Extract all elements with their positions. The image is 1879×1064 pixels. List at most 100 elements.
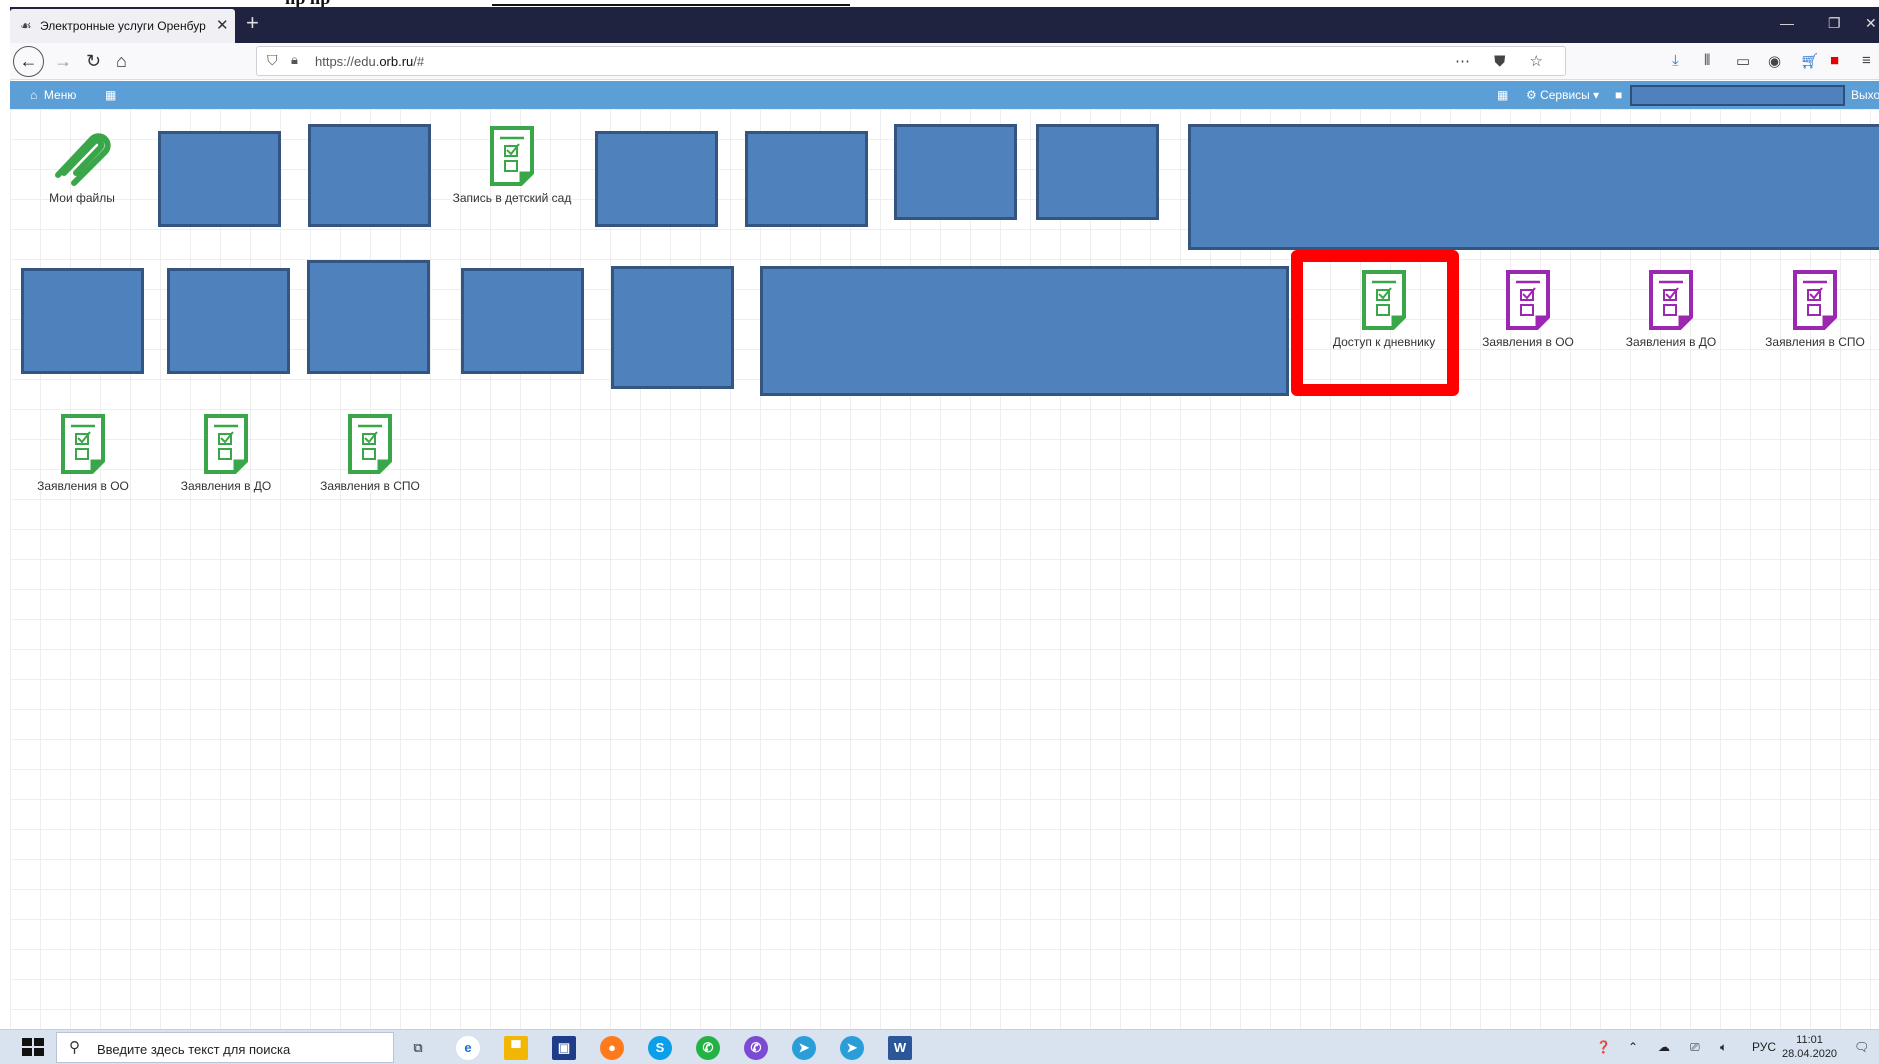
tile-applications-do-purple[interactable]: Заявления в ДО: [1606, 269, 1736, 350]
page-actions[interactable]: ⋯ ⛊ ☆: [1455, 52, 1553, 70]
onedrive-icon[interactable]: ☁: [1658, 1040, 1670, 1054]
downloads-icon[interactable]: ⤓: [1672, 52, 1679, 69]
windows-taskbar: ⚲ Введите здесь текст для поиска ⧉ e ▀ ▣…: [0, 1029, 1879, 1064]
forward-arrow-icon[interactable]: →: [54, 49, 72, 73]
redacted-tile: [461, 268, 584, 374]
skype-icon[interactable]: S: [648, 1036, 672, 1060]
redacted-tile: [21, 268, 144, 374]
account-icon[interactable]: ◉: [1768, 52, 1781, 70]
redacted-tile: [611, 266, 734, 389]
telegram-icon-2[interactable]: ➤: [840, 1036, 864, 1060]
home-icon[interactable]: ⌂: [116, 49, 127, 73]
heading-text-fragment: пр пр: [285, 0, 330, 7]
site-favicon: ☙: [20, 18, 32, 33]
taskbar-search-input[interactable]: ⚲ Введите здесь текст для поиска: [56, 1032, 394, 1063]
redacted-tile: [158, 131, 281, 227]
network-icon[interactable]: ⎚: [1690, 1040, 1700, 1055]
redacted-tile: [1036, 124, 1159, 220]
help-icon[interactable]: ❓: [1596, 1040, 1611, 1054]
notifications-icon[interactable]: 🗨︎: [1854, 1040, 1869, 1054]
taskbar-clock[interactable]: 11:01 28.04.2020: [1782, 1033, 1837, 1061]
tile-my-files[interactable]: Мои файлы: [17, 129, 147, 206]
browser-tab[interactable]: ☙ Электронные услуги Оренбур ✕: [10, 9, 235, 43]
redacted-tile: [1188, 124, 1879, 250]
tile-label: Заявления в СПО: [320, 479, 420, 493]
language-indicator[interactable]: РУС: [1752, 1040, 1776, 1054]
tile-applications-oo-green[interactable]: Заявления в ОО: [18, 413, 148, 494]
tracking-shield-icon[interactable]: ⛉: [267, 52, 278, 69]
search-placeholder: Введите здесь текст для поиска: [97, 1042, 291, 1057]
document-check-icon: [490, 126, 534, 186]
viber-icon[interactable]: ✆: [744, 1036, 768, 1060]
tile-applications-spo-purple[interactable]: Заявления в СПО: [1750, 269, 1879, 350]
tile-applications-do-green[interactable]: Заявления в ДО: [161, 413, 291, 494]
minimize-icon[interactable]: —: [1780, 15, 1794, 31]
redacted-tile: [307, 260, 430, 374]
document-check-icon: [1506, 270, 1550, 330]
tile-applications-spo-green[interactable]: Заявления в СПО: [305, 413, 435, 494]
search-icon: ⚲: [69, 1039, 80, 1056]
tile-label: Заявления в ДО: [180, 479, 272, 493]
edge-icon[interactable]: e: [456, 1036, 480, 1060]
cart-extension-icon[interactable]: 🛒︎: [1800, 52, 1819, 70]
user-name-redacted[interactable]: [1630, 85, 1845, 106]
telegram-icon[interactable]: ➤: [792, 1036, 816, 1060]
back-arrow-icon[interactable]: ←: [13, 46, 44, 77]
file-explorer-icon[interactable]: ▀: [504, 1036, 528, 1060]
services-grid: Мои файлы Запись в детский сад Доступ к …: [10, 109, 1879, 1029]
logout-link[interactable]: Выхо: [1851, 88, 1879, 102]
sidebar-icon[interactable]: ▭: [1736, 52, 1750, 70]
menu-button[interactable]: ⌂ Меню: [30, 88, 76, 102]
bookmark-extension-icon[interactable]: ■: [1830, 52, 1839, 69]
address-bar[interactable]: ⛉ 🔒︎ https://edu.orb.ru/# ⋯ ⛊ ☆: [256, 46, 1566, 76]
red-highlight-box: [1291, 250, 1459, 396]
browser-titlebar: ☙ Электронные услуги Оренбур ✕ + — ❐ ✕: [10, 7, 1879, 43]
document-check-icon: [204, 414, 248, 474]
tile-applications-oo-purple[interactable]: Заявления в ОО: [1463, 269, 1593, 350]
services-menu[interactable]: ⚙ Сервисы ▾: [1526, 88, 1599, 102]
clock-time: 11:01: [1796, 1034, 1823, 1046]
whatsapp-icon[interactable]: ✆: [696, 1036, 720, 1060]
redacted-tile: [167, 268, 290, 374]
document-check-icon: [1793, 270, 1837, 330]
redacted-tile: [745, 131, 868, 227]
word-icon[interactable]: W: [888, 1036, 912, 1060]
document-check-icon: [61, 414, 105, 474]
save-app-icon[interactable]: ▣: [552, 1036, 576, 1060]
tile-label: Заявления в ДО: [1625, 335, 1717, 349]
url-text[interactable]: https://edu.orb.ru/#: [315, 54, 424, 69]
tray-chevron-icon[interactable]: ⌃: [1628, 1040, 1638, 1054]
site-header: ⌂ Меню ▦ ▦ ⚙ Сервисы ▾ ■ Выхо: [10, 81, 1879, 109]
task-view-icon[interactable]: ⧉: [406, 1036, 430, 1060]
close-tab-icon[interactable]: ✕: [216, 16, 229, 34]
tile-label: Запись в детский сад: [452, 191, 572, 205]
messages-icon[interactable]: ■: [1615, 88, 1622, 102]
heading-underline: [492, 4, 850, 6]
clock-date: 28.04.2020: [1782, 1048, 1838, 1060]
tile-label: Заявления в ОО: [1482, 335, 1574, 349]
redacted-tile: [894, 124, 1017, 220]
library-icon[interactable]: ⫴: [1704, 52, 1710, 69]
document-heading-fragment: пр пр: [0, 0, 1879, 7]
tile-kindergarten[interactable]: Запись в детский сад: [447, 125, 577, 206]
app-menu-icon[interactable]: ≡: [1862, 52, 1871, 69]
document-check-icon: [1649, 270, 1693, 330]
tile-label: Мои файлы: [49, 191, 115, 205]
browser-navbar: ← → ↻ ⌂ ⛉ 🔒︎ https://edu.orb.ru/# ⋯ ⛊ ☆ …: [10, 43, 1879, 80]
tile-label: Заявления в ОО: [37, 479, 129, 493]
new-tab-icon[interactable]: +: [246, 10, 259, 36]
close-window-icon[interactable]: ✕: [1865, 15, 1877, 32]
tile-label: Заявления в СПО: [1765, 335, 1865, 349]
restore-icon[interactable]: ❐: [1828, 15, 1841, 32]
reload-icon[interactable]: ↻: [86, 49, 101, 73]
grid-icon[interactable]: ▦: [105, 88, 116, 102]
windows-start-icon[interactable]: [22, 1038, 44, 1056]
redacted-tile: [308, 124, 431, 227]
paperclip-icon: [55, 133, 111, 186]
redacted-tile: [760, 266, 1289, 396]
lock-icon[interactable]: 🔒︎: [291, 52, 298, 68]
document-check-icon: [348, 414, 392, 474]
firefox-icon[interactable]: ●: [600, 1036, 624, 1060]
calendar-icon[interactable]: ▦: [1497, 88, 1508, 102]
volume-icon[interactable]: 🔈︎: [1720, 1040, 1727, 1055]
